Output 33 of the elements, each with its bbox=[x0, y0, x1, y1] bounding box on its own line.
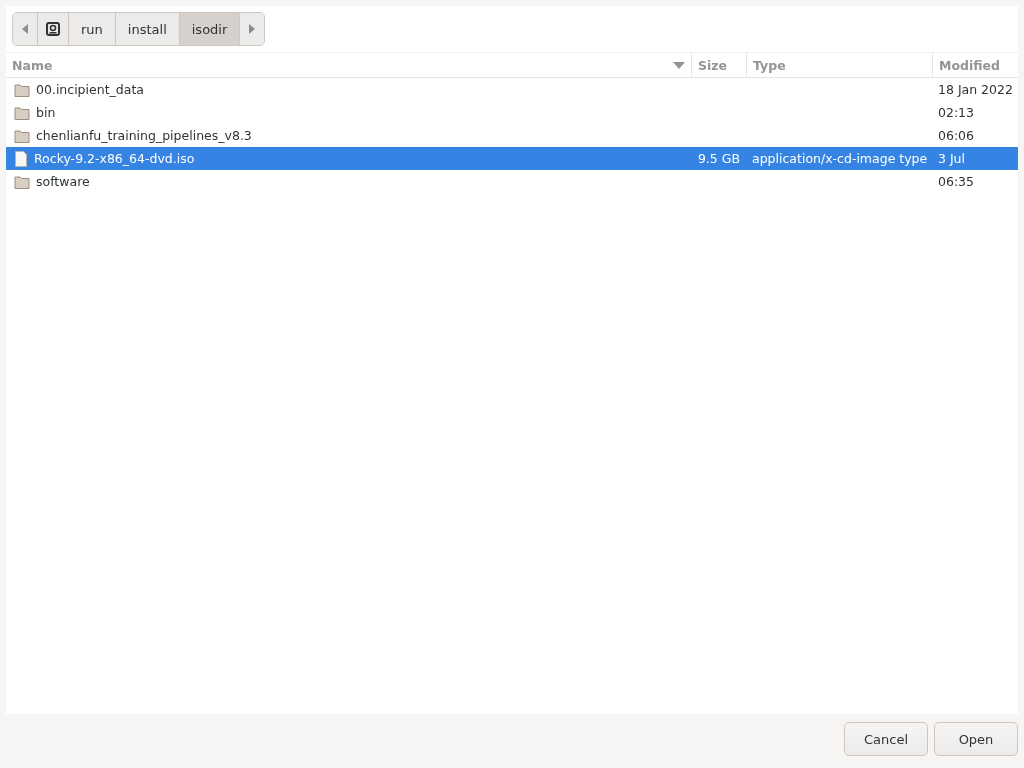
folder-icon bbox=[14, 174, 30, 189]
file-size: 9.5 GB bbox=[696, 151, 741, 166]
right-arrow-icon bbox=[249, 24, 256, 34]
path-crumb[interactable]: run bbox=[68, 13, 115, 45]
drive-crumb[interactable] bbox=[37, 13, 68, 45]
file-name: Rocky-9.2-x86_64-dvd.iso bbox=[34, 151, 195, 166]
modified-date: 06:06 bbox=[937, 128, 976, 143]
modified-date: 02:13 bbox=[937, 105, 976, 120]
folder-icon bbox=[14, 128, 30, 143]
sort-down-icon bbox=[673, 61, 685, 69]
path-crumb[interactable]: install bbox=[114, 13, 179, 45]
modified-date: 18 Jan 2022 bbox=[937, 82, 1014, 97]
file-row[interactable]: chenlianfu_training_pipelines_v8.3 06:06 bbox=[6, 124, 1018, 147]
file-row[interactable]: Rocky-9.2-x86_64-dvd.iso 9.5 GB application/x-cd-image type 3 Jul bbox=[6, 147, 1018, 170]
file-row[interactable]: software 06:35 bbox=[6, 170, 1018, 193]
file-type: application/x-cd-image type bbox=[751, 151, 929, 166]
path-crumb[interactable]: isodir bbox=[178, 13, 240, 45]
drive-icon bbox=[46, 22, 60, 36]
file-icon bbox=[14, 150, 28, 167]
folder-icon bbox=[14, 82, 30, 97]
file-name: 00.incipient_data bbox=[36, 82, 144, 97]
modified-date: 06:35 bbox=[937, 174, 976, 189]
folder-icon bbox=[14, 105, 30, 120]
open-button[interactable]: Open bbox=[934, 722, 1018, 756]
file-row[interactable]: 00.incipient_data 18 Jan 2022 bbox=[6, 78, 1018, 101]
left-arrow-icon bbox=[22, 24, 28, 34]
file-name: bin bbox=[36, 105, 56, 120]
cancel-button[interactable]: Cancel bbox=[844, 722, 928, 756]
forward-button[interactable] bbox=[239, 13, 265, 45]
modified-date: 3 Jul bbox=[937, 151, 966, 166]
file-name: chenlianfu_training_pipelines_v8.3 bbox=[36, 128, 252, 143]
file-name: software bbox=[36, 174, 90, 189]
file-row[interactable]: bin 02:13 bbox=[6, 101, 1018, 124]
